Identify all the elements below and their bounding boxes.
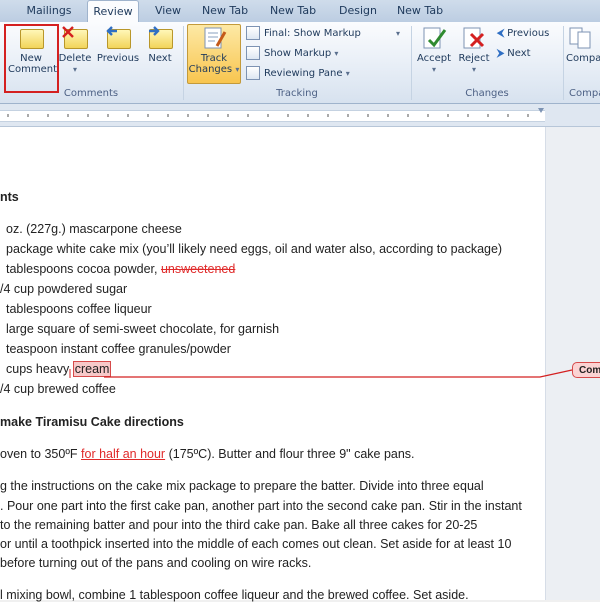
display-review-icon: [246, 26, 260, 40]
compare-label: Compa: [566, 53, 600, 64]
document-page[interactable]: nts oz. (227g.) mascarpone cheese packag…: [0, 127, 545, 602]
track-changes-button[interactable]: Track Changes ▾: [188, 26, 240, 75]
ribbon: New Comment Delete ▾ Previous Next Commen…: [0, 22, 600, 104]
display-for-review-dropdown[interactable]: Final: Show Markup ▾: [246, 25, 406, 43]
paragraph-text: oven to 350ºF: [0, 447, 82, 461]
next-comment-icon: [147, 26, 173, 50]
reject-icon: [461, 26, 487, 50]
delete-comment-icon: [62, 26, 88, 50]
tab-mailings[interactable]: Mailings: [22, 0, 76, 22]
tab-view[interactable]: View: [148, 0, 188, 22]
track-changes-label-2: Changes: [188, 64, 233, 75]
next-change-icon: ⮞: [497, 48, 505, 59]
accept-icon: [421, 26, 447, 50]
show-markup-label: Show Markup: [264, 48, 332, 59]
paragraph-text: (175ºC). Butter and flour three 9" cake …: [165, 447, 415, 461]
list-item: cups heavy cream: [6, 361, 112, 377]
tab-design[interactable]: Design: [333, 0, 383, 22]
compare-icon: [568, 26, 594, 50]
new-comment-highlight-box: [4, 24, 59, 93]
paragraph-line: to the remaining batter and pour into th…: [0, 518, 478, 532]
next-change-label: Next: [507, 48, 531, 59]
list-item: tablespoons coffee liqueur: [6, 302, 152, 316]
list-item: /4 cup brewed coffee: [0, 382, 116, 396]
reviewing-pane-label: Reviewing Pane: [264, 68, 343, 79]
paragraph-line: oven to 350ºF for half an hour (175ºC). …: [0, 447, 415, 461]
paragraph-line: or until a toothpick inserted into the m…: [0, 537, 512, 551]
list-item: tablespoons cocoa powder, unsweetened: [6, 262, 235, 276]
ribbon-tab-bar: Mailings Review View New Tab New Tab Des…: [0, 0, 600, 24]
previous-label: Previous: [96, 53, 140, 64]
reject-label: Reject: [458, 53, 490, 64]
ruler-ticks: [7, 108, 544, 117]
previous-change-icon: ⮜: [497, 28, 505, 39]
delete-label: Delete: [58, 53, 92, 64]
next-comment-button[interactable]: Next: [144, 26, 176, 64]
show-markup-button[interactable]: Show Markup ▾: [246, 45, 338, 63]
paragraph-line: g the instructions on the cake mix packa…: [0, 479, 484, 493]
reject-button[interactable]: Reject ▾: [456, 26, 492, 75]
list-item: large square of semi-sweet chocolate, fo…: [6, 322, 280, 336]
accept-button[interactable]: Accept ▾: [415, 26, 453, 75]
previous-comment-button[interactable]: Previous: [96, 26, 140, 64]
list-item-text: cups heavy: [6, 362, 73, 376]
tab-new-tab-1[interactable]: New Tab: [197, 0, 253, 22]
track-changes-icon: [201, 26, 227, 50]
commented-text[interactable]: cream: [72, 361, 112, 377]
next-change-button[interactable]: ⮞ Next: [497, 45, 531, 63]
paragraph-line: before turning out of the pans and cooli…: [0, 556, 312, 570]
list-item: /4 cup powdered sugar: [0, 282, 128, 296]
list-item-text: tablespoons cocoa powder,: [6, 262, 161, 276]
tab-review[interactable]: Review: [87, 0, 139, 24]
group-separator: [563, 26, 564, 100]
previous-change-label: Previous: [507, 28, 550, 39]
ingredients-heading: nts: [0, 190, 19, 204]
list-item: oz. (227g.) mascarpone cheese: [6, 222, 182, 236]
display-for-review-value: Final: Show Markup: [264, 28, 361, 39]
reviewing-pane-icon: [246, 66, 260, 80]
paragraph-line: . Pour one part into the first cake pan,…: [0, 499, 522, 513]
track-changes-label-1: Track: [200, 53, 228, 64]
tab-new-tab-3[interactable]: New Tab: [392, 0, 448, 22]
reviewing-pane-button[interactable]: Reviewing Pane ▾: [246, 65, 350, 83]
tracked-insertion[interactable]: for half an hour: [81, 447, 165, 461]
tab-new-tab-2[interactable]: New Tab: [265, 0, 321, 22]
changes-group-label: Changes: [465, 88, 509, 99]
comment-balloon[interactable]: Com: [572, 362, 600, 378]
previous-change-button[interactable]: ⮜ Previous: [497, 25, 549, 43]
accept-label: Accept: [416, 53, 452, 64]
next-label: Next: [148, 53, 172, 64]
list-item: package white cake mix (you’ll likely ne…: [6, 242, 503, 256]
show-markup-icon: [246, 46, 260, 60]
tracked-deletion[interactable]: unsweetened: [161, 262, 235, 276]
list-item: teaspoon instant coffee granules/powder: [6, 342, 231, 356]
tracking-group-label: Tracking: [276, 88, 318, 99]
horizontal-ruler[interactable]: [0, 104, 600, 127]
compare-button[interactable]: Compa: [566, 26, 600, 64]
previous-comment-icon: [105, 26, 131, 50]
delete-comment-button[interactable]: Delete ▾: [58, 26, 92, 75]
compare-group-label: Compa: [569, 88, 600, 99]
directions-heading: make Tiramisu Cake directions: [0, 415, 184, 429]
